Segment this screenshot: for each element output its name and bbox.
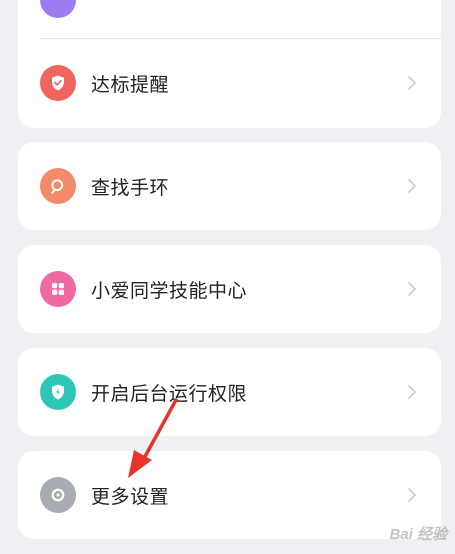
background-permission-label: 开启后台运行权限 bbox=[91, 382, 248, 405]
xiaoai-skills-label: 小爱同学技能中心 bbox=[91, 279, 248, 302]
goal-reminder-label: 达标提醒 bbox=[91, 73, 170, 96]
settings-card-reminders: 达标提醒 bbox=[18, 0, 441, 128]
chevron-right-icon bbox=[408, 385, 417, 399]
row-divider bbox=[40, 38, 441, 39]
chevron-right-icon bbox=[408, 488, 417, 502]
gear-icon bbox=[40, 477, 76, 513]
watermark-logo: Bai 经验 bbox=[389, 526, 447, 543]
chevron-right-icon bbox=[408, 76, 417, 90]
search-icon bbox=[40, 168, 76, 204]
settings-item-partial[interactable] bbox=[18, 0, 441, 38]
settings-item-goal-reminder[interactable]: 达标提醒 bbox=[18, 44, 441, 122]
settings-item-more-settings[interactable]: 更多设置 bbox=[18, 456, 441, 534]
settings-item-xiaoai-skills[interactable]: 小爱同学技能中心 bbox=[18, 250, 441, 328]
settings-card-find-band: 查找手环 bbox=[18, 142, 441, 230]
settings-card-background-permission: 开启后台运行权限 bbox=[18, 348, 441, 436]
shield-check-icon bbox=[40, 65, 76, 101]
settings-card-more-settings: 更多设置 bbox=[18, 451, 441, 539]
settings-item-find-band[interactable]: 查找手环 bbox=[18, 147, 441, 225]
chevron-right-icon bbox=[408, 282, 417, 296]
chevron-right-icon bbox=[408, 179, 417, 193]
apps-grid-icon bbox=[40, 271, 76, 307]
find-band-label: 查找手环 bbox=[91, 176, 170, 199]
settings-card-xiaoai: 小爱同学技能中心 bbox=[18, 245, 441, 333]
more-settings-label: 更多设置 bbox=[91, 485, 170, 508]
settings-item-background-permission[interactable]: 开启后台运行权限 bbox=[18, 353, 441, 431]
shield-bolt-icon bbox=[40, 374, 76, 410]
partial-item-icon bbox=[40, 0, 76, 18]
